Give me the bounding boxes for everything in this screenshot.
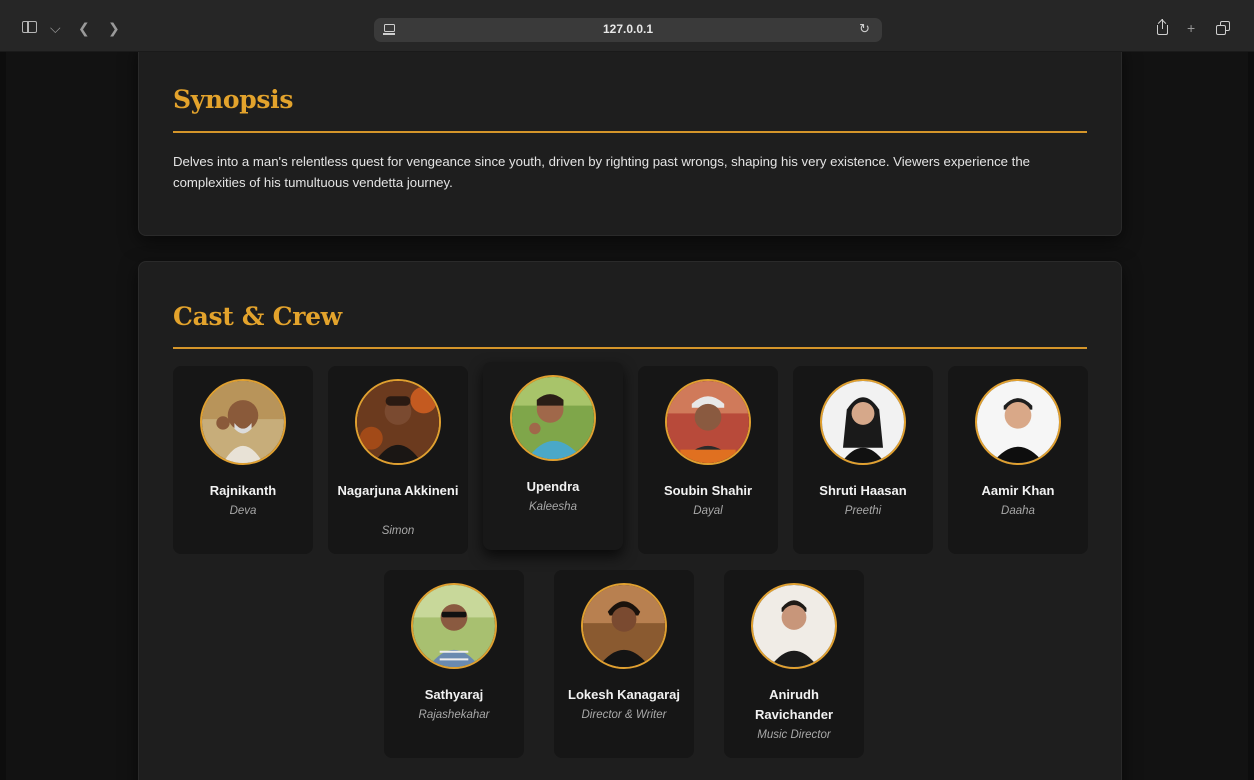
- cast-name: Rajnikanth: [209, 483, 277, 498]
- cast-member-card[interactable]: Aamir Khan Daaha: [948, 366, 1088, 554]
- cast-member-card[interactable]: Shruti Haasan Preethi: [793, 366, 933, 554]
- cast-role: Kaleesha: [529, 501, 577, 513]
- cast-crew-divider: [173, 347, 1087, 349]
- synopsis-divider: [173, 131, 1087, 133]
- cast-name: Soubin Shahir: [663, 483, 753, 498]
- cast-crew-card: Cast & Crew Rajnikanth Deva Nagarjuna Ak…: [138, 261, 1122, 780]
- cast-name: Lokesh Kanagaraj: [568, 687, 680, 702]
- cast-member-card[interactable]: Nagarjuna Akkineni Simon: [328, 366, 468, 554]
- cast-name: Nagarjuna Akkineni: [337, 483, 459, 498]
- avatar: [820, 379, 906, 465]
- cast-member-card[interactable]: Anirudh Ravichander Music Director: [724, 570, 864, 758]
- reload-icon[interactable]: ↻: [859, 21, 870, 37]
- url-text: 127.0.0.1: [602, 22, 654, 36]
- synopsis-heading: Synopsis: [173, 85, 294, 114]
- cast-crew-heading: Cast & Crew: [173, 302, 342, 331]
- plus-icon[interactable]: +: [1187, 19, 1201, 37]
- avatar: [510, 375, 596, 461]
- avatar: [581, 583, 667, 669]
- address-bar[interactable]: 127.0.0.1 ↻: [374, 18, 882, 42]
- cast-member-card[interactable]: Soubin Shahir Dayal: [638, 366, 778, 554]
- cast-role: Director & Writer: [581, 709, 667, 721]
- cast-name: Upendra: [526, 479, 580, 494]
- avatar: [200, 379, 286, 465]
- cast-role: Dayal: [693, 505, 723, 517]
- synopsis-text: Delves into a man's relentless quest for…: [173, 154, 1030, 190]
- cast-role: Deva: [229, 505, 257, 517]
- chevron-right-icon[interactable]: ❯: [108, 19, 120, 37]
- synopsis-card: Synopsis Delves into a man's relentless …: [138, 52, 1122, 236]
- page-viewport: Synopsis Delves into a man's relentless …: [6, 52, 1248, 780]
- cast-name: Sathyaraj: [424, 687, 484, 702]
- avatar: [751, 583, 837, 669]
- cast-member-card[interactable]: Rajnikanth Deva: [173, 366, 313, 554]
- cast-role: Daaha: [1001, 505, 1035, 517]
- cast-member-card[interactable]: Lokesh Kanagaraj Director & Writer: [554, 570, 694, 758]
- share-icon[interactable]: [1156, 19, 1170, 37]
- cast-member-card[interactable]: Sathyaraj Rajashekahar: [384, 570, 524, 758]
- avatar: [355, 379, 441, 465]
- cast-name: Shruti Haasan: [819, 483, 907, 498]
- cast-role: Music Director: [757, 729, 831, 741]
- sidebar-icon[interactable]: [22, 19, 40, 37]
- cast-role: Simon: [381, 525, 415, 537]
- cast-member-card[interactable]: Upendra Kaleesha: [483, 362, 623, 550]
- cast-name: Aamir Khan: [981, 483, 1055, 498]
- cast-role: Rajashekahar: [418, 709, 490, 721]
- tabs-overview-icon[interactable]: [1216, 19, 1230, 37]
- chevron-left-icon[interactable]: ❮: [78, 19, 90, 37]
- cast-role: Preethi: [844, 505, 882, 517]
- avatar: [975, 379, 1061, 465]
- avatar: [665, 379, 751, 465]
- browser-toolbar: ⌵ ❮ ❯ 127.0.0.1 ↻ +: [0, 0, 1254, 52]
- cast-name: Anirudh Ravichander: [754, 687, 834, 722]
- avatar: [411, 583, 497, 669]
- chevron-down-icon[interactable]: ⌵: [50, 19, 61, 37]
